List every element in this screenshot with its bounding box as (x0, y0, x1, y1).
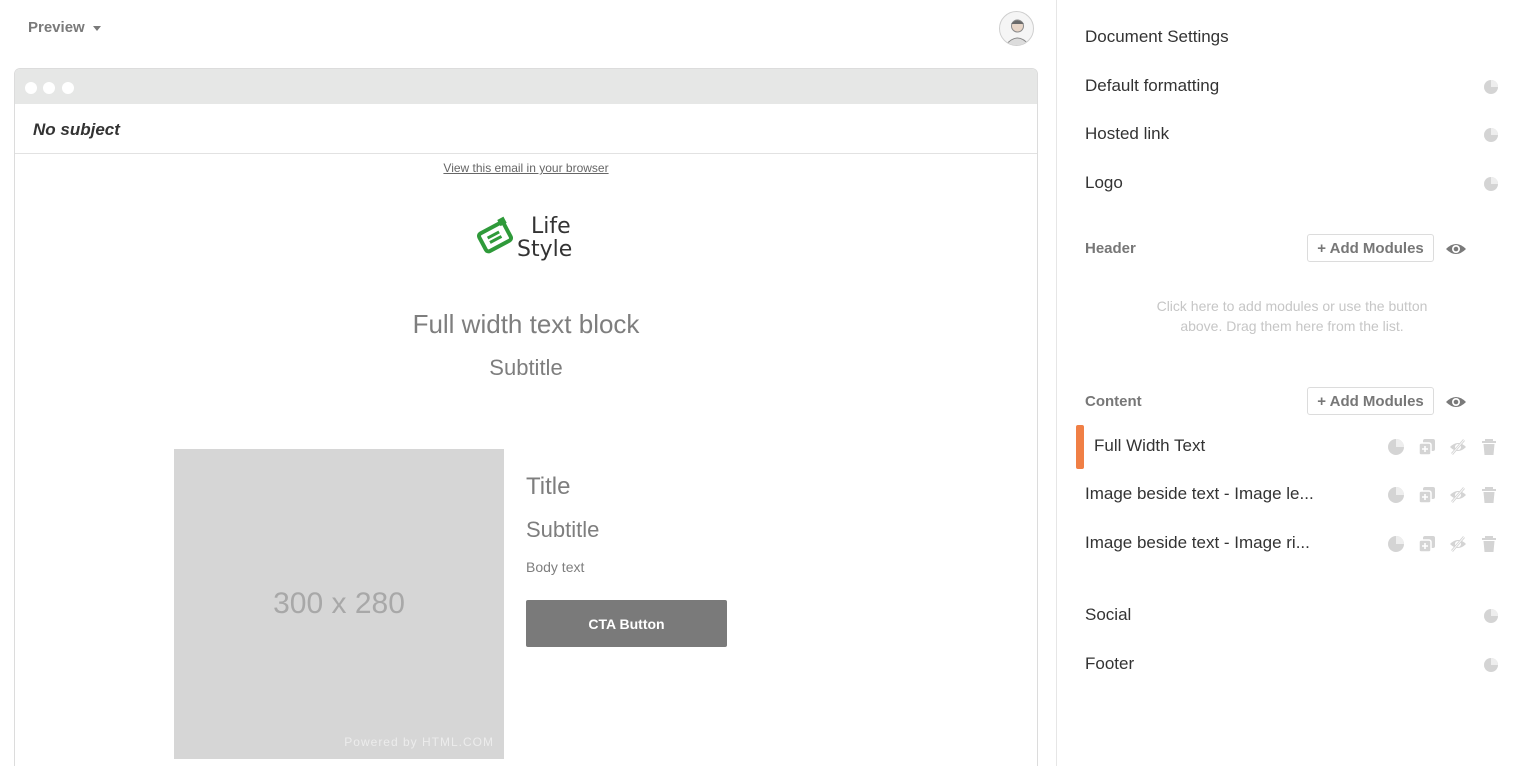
row-label: Default formatting (1085, 76, 1220, 95)
duplicate-icon[interactable] (1418, 486, 1436, 504)
window-dot-icon (43, 82, 55, 94)
content-section-label: Content (1085, 393, 1142, 410)
pie-chart-icon (1484, 177, 1498, 191)
email-preview-frame: No subject View this email in your brows… (14, 68, 1038, 766)
hide-eye-icon[interactable] (1449, 438, 1467, 456)
pie-chart-icon (1484, 128, 1498, 142)
pie-chart-icon (1484, 80, 1498, 94)
settings-row-footer[interactable]: Footer (1057, 645, 1530, 685)
logo-text-style: Style (517, 237, 572, 262)
pie-chart-icon (1484, 658, 1498, 672)
duplicate-icon[interactable] (1418, 535, 1436, 553)
settings-row-logo[interactable]: Logo (1057, 164, 1530, 204)
image-text-body[interactable]: Body text (526, 559, 584, 575)
window-dot-icon (25, 82, 37, 94)
module-label: Image beside text - Image le... (1085, 484, 1314, 503)
lifestyle-logo[interactable]: Life Style (475, 209, 585, 264)
row-label: Hosted link (1085, 124, 1170, 143)
pie-chart-icon[interactable] (1387, 438, 1405, 456)
full-width-subtitle[interactable]: Subtitle (15, 355, 1037, 381)
window-dot-icon (62, 82, 74, 94)
module-row-full-width-text[interactable]: Full Width Text (1057, 425, 1530, 469)
module-label: Full Width Text (1094, 436, 1206, 455)
settings-row-hosted-link[interactable]: Hosted link (1057, 115, 1530, 155)
hint-line-2: above. Drag them here from the list. (1180, 318, 1404, 334)
eye-icon[interactable] (1445, 241, 1467, 257)
duplicate-icon[interactable] (1418, 438, 1436, 456)
module-label: Image beside text - Image ri... (1085, 533, 1310, 552)
row-label: Social (1085, 605, 1132, 624)
pie-chart-icon[interactable] (1387, 486, 1405, 504)
settings-row-social[interactable]: Social (1057, 596, 1530, 636)
full-width-title[interactable]: Full width text block (15, 309, 1037, 340)
document-settings-link[interactable]: Document Settings (1085, 27, 1229, 47)
trash-icon[interactable] (1480, 486, 1498, 504)
pie-chart-icon[interactable] (1387, 535, 1405, 553)
hint-line-1: Click here to add modules or use the but… (1156, 298, 1428, 314)
hide-eye-icon[interactable] (1449, 486, 1467, 504)
trash-icon[interactable] (1480, 438, 1498, 456)
row-label: Logo (1085, 173, 1123, 192)
preview-label: Preview (28, 19, 85, 36)
chevron-down-icon (92, 26, 101, 31)
header-drop-hint[interactable]: Click here to add modules or use the but… (1117, 296, 1467, 336)
active-indicator (1076, 425, 1084, 469)
browser-titlebar (15, 69, 1037, 104)
row-label: Footer (1085, 654, 1135, 673)
user-avatar-icon[interactable] (999, 11, 1034, 46)
cta-button[interactable]: CTA Button (526, 600, 727, 647)
module-row-image-right[interactable]: Image beside text - Image ri... (1057, 522, 1530, 566)
settings-row-default-formatting[interactable]: Default formatting (1057, 67, 1530, 107)
image-text-title[interactable]: Title (526, 473, 570, 501)
module-row-image-left[interactable]: Image beside text - Image le... (1057, 473, 1530, 517)
image-watermark: Powered by HTML.COM (344, 735, 494, 749)
content-add-modules-button[interactable]: + Add Modules (1307, 387, 1434, 415)
header-section-label: Header (1085, 240, 1136, 257)
header-add-modules-button[interactable]: + Add Modules (1307, 234, 1434, 262)
settings-panel: Document Settings Default formatting Hos… (1056, 0, 1530, 766)
view-in-browser-link[interactable]: View this email in your browser (15, 161, 1037, 175)
preview-pane: Preview No subject View this email in yo… (0, 0, 1056, 766)
module-actions (1387, 535, 1498, 553)
preview-dropdown[interactable]: Preview (28, 19, 101, 36)
module-actions (1387, 438, 1498, 456)
image-size-label: 300 x 280 (273, 587, 405, 620)
trash-icon[interactable] (1480, 535, 1498, 553)
image-placeholder[interactable]: 300 x 280 Powered by HTML.COM (174, 449, 504, 759)
image-text-subtitle[interactable]: Subtitle (526, 517, 599, 543)
module-actions (1387, 486, 1498, 504)
eye-icon[interactable] (1445, 394, 1467, 410)
logo-text-life: Life (531, 214, 571, 239)
hide-eye-icon[interactable] (1449, 535, 1467, 553)
email-subject[interactable]: No subject (15, 104, 1037, 154)
pie-chart-icon (1484, 609, 1498, 623)
